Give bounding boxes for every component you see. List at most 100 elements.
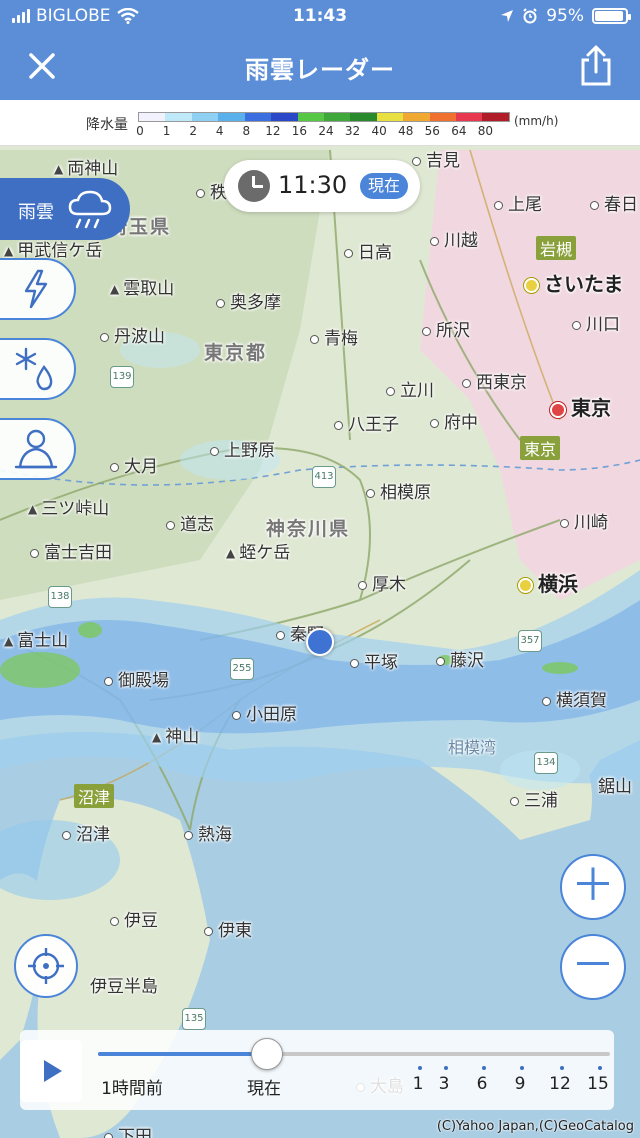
layer-lightning-button[interactable] [0, 258, 76, 320]
place-label: 東京都 [204, 342, 268, 364]
place-label: 富士吉田 [30, 538, 112, 563]
place-label: 八王子 [334, 410, 399, 435]
alarm-icon [523, 8, 537, 24]
place-label: 丹波山 [100, 322, 165, 347]
location-arrow-icon [501, 10, 514, 22]
place-label: 上尾 [494, 190, 542, 215]
place-label: 岩槻 [536, 236, 577, 260]
legend-tick: 56 [424, 124, 440, 138]
radar-map[interactable]: 139 413 138 255 357 134 135 両神山 秩 吉見 上尾 … [0, 146, 640, 1138]
place-label: 熱海 [184, 820, 232, 845]
legend-tick: 16 [291, 124, 308, 138]
place-label: 東京 [520, 436, 561, 460]
timeline-dot [598, 1066, 602, 1070]
play-button[interactable] [20, 1040, 82, 1102]
road-shield: 413 [312, 466, 336, 488]
zoom-out-button[interactable]: － [560, 934, 626, 1000]
legend-tick: 48 [398, 124, 414, 138]
road-shield: 255 [230, 658, 254, 680]
legend-swatch [456, 113, 483, 121]
legend-swatch [297, 113, 324, 121]
layer-snow-button[interactable] [0, 338, 76, 400]
legend-tick: 80 [477, 124, 494, 138]
place-label: 横須賀 [542, 686, 607, 711]
layer-snow-depth-button[interactable] [0, 418, 76, 480]
legend-tick: 2 [189, 124, 197, 138]
legend-tick: 40 [371, 124, 387, 138]
place-label: 所沢 [422, 316, 470, 341]
place-label: 大月 [110, 452, 158, 477]
place-label: 川崎 [560, 508, 608, 533]
timeline-label-6h: 6 [476, 1074, 488, 1094]
place-label: 道志 [166, 510, 214, 535]
place-label: 青梅 [310, 324, 358, 349]
layer-rain-button[interactable]: 雨雲 [0, 178, 130, 240]
layer-rain-label: 雨雲 [18, 202, 54, 223]
legend-tick: 12 [265, 124, 281, 138]
timeline-panel: 1時間前 現在 1 3 6 9 12 15 [20, 1030, 614, 1110]
place-label: 沼津 [74, 784, 115, 808]
legend-tick: 24 [318, 124, 334, 138]
legend-swatch [403, 113, 430, 121]
timeline-progress [98, 1052, 267, 1056]
place-label: 三ツ峠山 [28, 494, 109, 519]
place-label: 相模原 [366, 478, 431, 503]
place-label: 御殿場 [104, 666, 169, 691]
snow-rain-icon [15, 347, 53, 391]
legend-tick: 4 [215, 124, 224, 138]
place-label: 三浦 [510, 786, 558, 811]
legend-swatch [191, 113, 219, 121]
place-label: 雲取山 [110, 274, 174, 299]
radar-time-pill: 11:30 現在 [224, 160, 420, 212]
place-label: 相模湾 [448, 738, 497, 757]
legend-tick: 1 [162, 124, 171, 138]
place-label: 春日 [590, 190, 638, 215]
legend-swatch [350, 113, 377, 121]
rain-cloud-icon [68, 190, 112, 229]
legend-swatch [271, 113, 298, 121]
timeline-label-9h: 9 [514, 1074, 526, 1094]
place-label: 川口 [572, 310, 620, 335]
zoom-in-button[interactable]: ＋ [560, 854, 626, 920]
timeline-label-now: 現在 [247, 1079, 281, 1099]
legend-swatch [323, 113, 351, 121]
timeline-thumb[interactable] [250, 1038, 283, 1070]
place-label: 伊豆 [110, 906, 158, 931]
share-icon[interactable] [578, 44, 614, 86]
legend-ticks: 0 1 2 4 8 12 16 24 32 40 48 56 64 80 [132, 124, 504, 140]
timeline-label-1h: 1 [412, 1074, 424, 1094]
battery-percent: 95% [546, 6, 584, 26]
place-label: 横浜 [518, 568, 578, 597]
place-label: 小田原 [232, 700, 297, 725]
precipitation-legend: 降水量 0 1 2 4 8 12 16 24 32 40 48 56 64 80 (mm/h) [0, 100, 640, 146]
place-label: 奥多摩 [216, 288, 281, 313]
snowman-icon [14, 429, 58, 469]
place-label: 西東京 [462, 368, 527, 393]
road-shield: 135 [182, 1008, 206, 1030]
place-label: 日高 [344, 238, 392, 263]
road-shield: 134 [534, 752, 558, 774]
timeline-dot [418, 1066, 422, 1070]
timeline-track[interactable] [98, 1052, 610, 1056]
road-shield: 139 [110, 366, 134, 388]
road-shield: 357 [518, 630, 542, 652]
legend-swatch [376, 113, 404, 121]
timeline-label-3h: 3 [438, 1074, 450, 1094]
place-label: 平塚 [350, 648, 398, 673]
place-label: 蛭ケ岳 [226, 538, 290, 563]
legend-unit: (mm/h) [514, 114, 559, 128]
legend-swatch [165, 113, 192, 121]
locate-button[interactable] [14, 934, 78, 998]
legend-tick: 0 [136, 124, 144, 138]
app-header: 雨雲レーダー [0, 34, 640, 100]
timeline-label-past: 1時間前 [101, 1079, 163, 1099]
timeline-dot [482, 1066, 486, 1070]
legend-label: 降水量 [86, 117, 128, 133]
legend-tick: 8 [242, 124, 251, 138]
place-label: 東京 [550, 392, 611, 421]
place-label: 上野原 [210, 436, 275, 461]
copyright-notice: (C)Yahoo Japan,(C)GeoCatalog [436, 1119, 634, 1134]
place-label: 伊豆半島 [90, 977, 158, 997]
legend-tick: 32 [344, 124, 361, 138]
current-location-marker [306, 628, 334, 656]
